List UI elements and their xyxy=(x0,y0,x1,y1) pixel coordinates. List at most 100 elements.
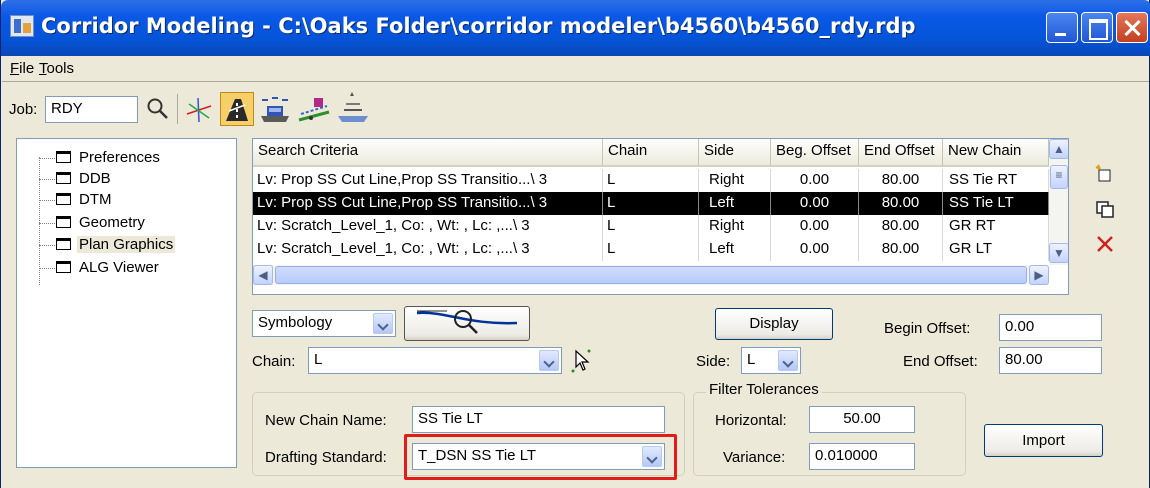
cell-end-offset: 80.00 xyxy=(859,238,943,261)
filter-tolerances-title: Filter Tolerances xyxy=(706,381,822,398)
cell-end-offset: 80.00 xyxy=(859,215,943,238)
new-chain-name-field[interactable]: SS Tie LT xyxy=(412,406,665,433)
horizontal-field[interactable]: 50.00 xyxy=(809,406,915,433)
column-header-chain[interactable]: Chain xyxy=(603,139,699,167)
search-criteria-grid[interactable]: Search Criteria Chain Side Beg. Offset E… xyxy=(252,138,1069,295)
app-icon[interactable] xyxy=(10,15,34,37)
cell-side: Right xyxy=(699,215,771,238)
close-button[interactable] xyxy=(1116,12,1148,43)
toolbar: Job: RDY xyxy=(2,84,1149,134)
side-value: L xyxy=(747,351,756,368)
cell-search-criteria: Lv: Prop SS Cut Line,Prop SS Transitio..… xyxy=(253,169,603,192)
symbology-value: Symbology xyxy=(258,314,333,331)
chain-dropdown[interactable]: L xyxy=(308,347,562,374)
drafting-standard-label: Drafting Standard: xyxy=(265,449,387,466)
cell-search-criteria: Lv: Scratch_Level_1, Co: , Wt: , Lc: ,..… xyxy=(253,238,603,261)
transition-icon[interactable] xyxy=(297,92,331,126)
variance-label: Variance: xyxy=(723,449,786,466)
column-header-search-criteria[interactable]: Search Criteria xyxy=(253,139,603,167)
new-item-icon[interactable] xyxy=(1094,163,1116,185)
column-header-new-chain[interactable]: New Chain xyxy=(943,139,1049,167)
copy-icon[interactable] xyxy=(1094,198,1116,220)
chevron-down-icon[interactable] xyxy=(778,350,798,371)
scroll-down-icon[interactable]: ▼ xyxy=(1049,243,1068,263)
cell-beg-offset: 0.00 xyxy=(771,215,859,238)
window-icon xyxy=(56,172,71,184)
tree-item-label: DTM xyxy=(79,191,112,208)
chevron-down-icon[interactable] xyxy=(539,350,559,371)
cell-chain: L xyxy=(603,169,699,192)
table-row[interactable]: Lv: Prop SS Cut Line,Prop SS Transitio..… xyxy=(253,169,1068,192)
new-chain-name-label: New Chain Name: xyxy=(265,412,387,429)
scroll-right-icon[interactable]: ▶ xyxy=(1029,265,1049,285)
cell-search-criteria: Lv: Prop SS Cut Line,Prop SS Transitio..… xyxy=(253,192,603,215)
display-button[interactable]: Display xyxy=(715,308,833,340)
window-icon xyxy=(56,151,71,163)
column-header-side[interactable]: Side xyxy=(699,139,771,167)
cell-chain: L xyxy=(603,238,699,261)
scroll-thumb[interactable]: ≡ xyxy=(1050,165,1068,189)
template-icon[interactable] xyxy=(336,92,370,126)
cell-chain: L xyxy=(603,192,699,215)
tree-connector xyxy=(39,157,40,285)
cell-side: Right xyxy=(699,169,771,192)
vertical-scrollbar[interactable]: ▲ ≡ ▼ xyxy=(1049,139,1068,265)
navigation-tree[interactable]: Preferences DDB DTM Geometry Plan Graphi… xyxy=(16,138,237,468)
tree-item-label: Preferences xyxy=(79,149,160,166)
symbology-dropdown[interactable]: Symbology xyxy=(252,310,396,337)
axis-icon[interactable] xyxy=(183,92,215,126)
column-header-beg-offset[interactable]: Beg. Offset xyxy=(771,139,859,167)
menu-tools[interactable]: Tools xyxy=(39,60,74,77)
side-dropdown[interactable]: L xyxy=(741,347,801,374)
end-offset-field[interactable]: 80.00 xyxy=(999,347,1102,374)
delete-icon[interactable] xyxy=(1094,233,1116,255)
corridor-icon[interactable] xyxy=(220,92,254,126)
scroll-left-icon[interactable]: ◀ xyxy=(253,265,273,285)
tree-item-label: Geometry xyxy=(79,214,145,231)
title-bar[interactable]: Corridor Modeling - C:\Oaks Folder\corri… xyxy=(1,0,1150,56)
cell-side: Left xyxy=(699,238,771,261)
job-field[interactable]: RDY xyxy=(45,96,138,123)
toolbar-separator xyxy=(177,94,178,124)
cell-new-chain: GR LT xyxy=(943,238,1049,261)
cell-side: Left xyxy=(699,192,771,215)
corridor-modeling-window: Corridor Modeling - C:\Oaks Folder\corri… xyxy=(0,0,1150,488)
cell-new-chain: GR RT xyxy=(943,215,1049,238)
horizontal-scrollbar[interactable]: ◀ ▶ xyxy=(253,265,1049,285)
menu-bar: File Tools xyxy=(2,56,1149,82)
scroll-up-icon[interactable]: ▲ xyxy=(1049,139,1068,159)
minimize-button[interactable] xyxy=(1046,12,1078,43)
window-icon xyxy=(56,216,71,228)
table-row[interactable]: Lv: Scratch_Level_1, Co: , Wt: , Lc: ,..… xyxy=(253,215,1068,238)
pick-graphic-icon xyxy=(416,310,518,334)
column-header-end-offset[interactable]: End Offset xyxy=(859,139,943,167)
table-row-selected[interactable]: Lv: Prop SS Cut Line,Prop SS Transitio..… xyxy=(253,192,1068,215)
import-button[interactable]: Import xyxy=(984,424,1103,457)
pick-element-button[interactable] xyxy=(404,306,530,341)
begin-offset-field[interactable]: 0.00 xyxy=(999,314,1102,341)
tree-item-label: ALG Viewer xyxy=(79,259,159,276)
grid-header: Search Criteria Chain Side Beg. Offset E… xyxy=(253,139,1068,167)
chevron-down-icon[interactable] xyxy=(373,313,393,334)
cell-new-chain: SS Tie RT xyxy=(943,169,1049,192)
search-icon[interactable] xyxy=(145,96,171,122)
horizontal-scroll-thumb[interactable] xyxy=(275,266,1027,284)
cell-search-criteria: Lv: Scratch_Level_1, Co: , Wt: , Lc: ,..… xyxy=(253,215,603,238)
highlight-annotation xyxy=(404,434,677,480)
pick-chain-icon[interactable] xyxy=(568,347,594,375)
tree-item-label: DDB xyxy=(79,170,111,187)
cell-beg-offset: 0.00 xyxy=(771,169,859,192)
menu-file[interactable]: File xyxy=(10,60,34,77)
job-label: Job: xyxy=(9,101,38,118)
chain-label: Chain: xyxy=(252,353,296,370)
window-title: Corridor Modeling - C:\Oaks Folder\corri… xyxy=(41,14,916,38)
variance-field[interactable]: 0.010000 xyxy=(809,443,915,470)
road-icon[interactable] xyxy=(258,92,292,126)
cell-beg-offset: 0.00 xyxy=(771,192,859,215)
cell-beg-offset: 0.00 xyxy=(771,238,859,261)
begin-offset-label: Begin Offset: xyxy=(884,320,971,337)
chain-value: L xyxy=(314,351,323,368)
table-row[interactable]: Lv: Scratch_Level_1, Co: , Wt: , Lc: ,..… xyxy=(253,238,1068,261)
maximize-button[interactable] xyxy=(1081,12,1113,43)
cell-end-offset: 80.00 xyxy=(859,192,943,215)
